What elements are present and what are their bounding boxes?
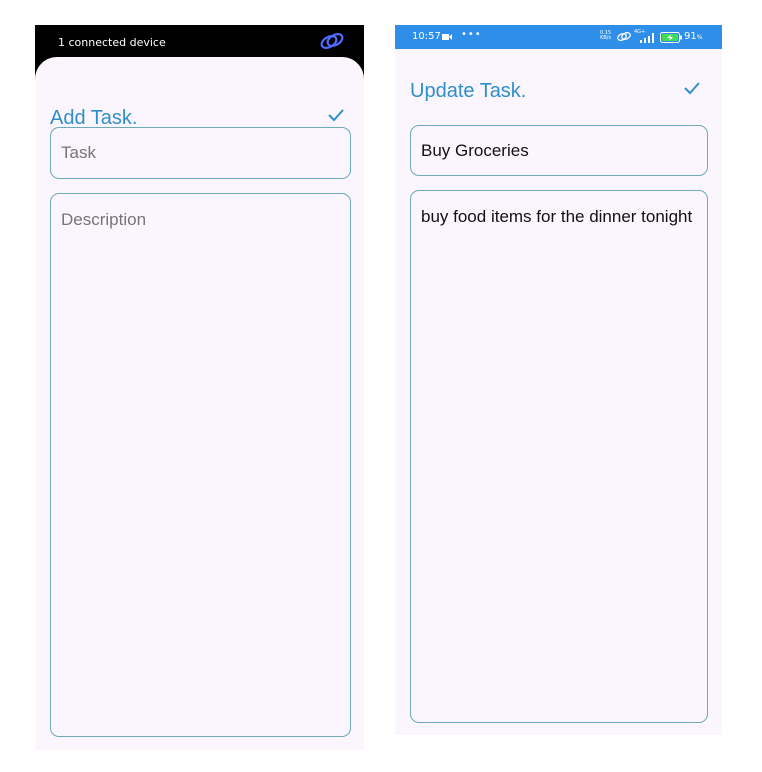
network-speed-unit: KB/s xyxy=(600,35,612,41)
battery-level: 91% xyxy=(684,31,703,42)
description-input[interactable] xyxy=(50,193,351,737)
check-icon[interactable] xyxy=(326,106,346,124)
more-notifications-dots: ••• xyxy=(461,29,482,40)
description-input[interactable]: buy food items for the dinner tonight xyxy=(410,190,708,723)
task-input[interactable] xyxy=(410,125,708,176)
link-icon xyxy=(320,33,344,49)
update-task-screen: 10:57 ••• 0.15 KB/s 4G+ 91% Update Task.… xyxy=(395,25,722,735)
clock-time: 10:57 xyxy=(412,31,441,42)
battery-value: 91 xyxy=(684,31,697,42)
add-task-sheet: Add Task. xyxy=(35,57,364,750)
signal-icon xyxy=(640,33,654,43)
check-icon[interactable] xyxy=(682,79,702,97)
connected-device-text: 1 connected device xyxy=(58,36,166,49)
battery-charging-icon xyxy=(660,32,682,43)
status-bar: 10:57 ••• 0.15 KB/s 4G+ 91% xyxy=(395,25,722,49)
task-input[interactable] xyxy=(50,127,351,179)
video-camera-icon xyxy=(442,34,452,40)
page-title: Update Task. xyxy=(410,80,527,102)
add-task-screen: 1 connected device Add Task. xyxy=(35,25,364,750)
network-speed: 0.15 KB/s xyxy=(600,31,611,41)
link-icon xyxy=(617,32,631,41)
